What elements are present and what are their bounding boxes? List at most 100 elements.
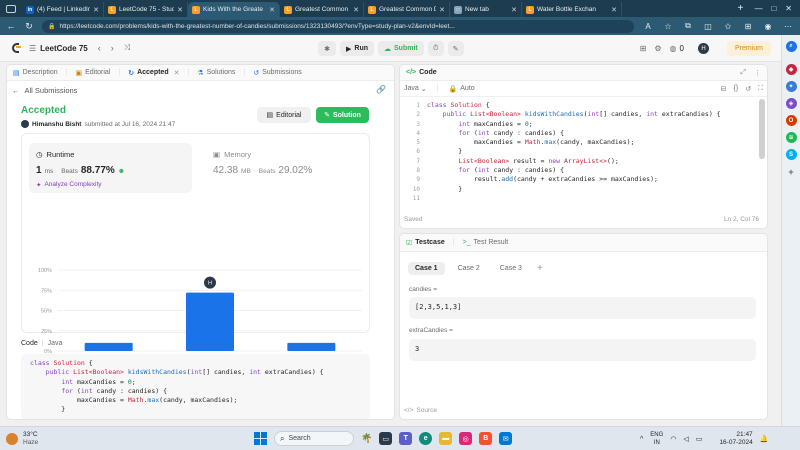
favorites-icon[interactable]: ✩ [722, 22, 734, 31]
task-view-icon[interactable]: ▭ [379, 432, 393, 445]
memory-box[interactable]: ▣ Memory 42.38 MB Beats 29.02% [207, 143, 357, 193]
notification-bell-icon[interactable]: 🔔 [760, 435, 769, 443]
runtime-box[interactable]: ◷ Runtime 1 ms Beats 88.77% ☻ ✦ Analyze Co… [29, 143, 192, 193]
minimize-icon[interactable]: — [754, 4, 762, 13]
expand-icon[interactable]: ⤢ [740, 69, 746, 77]
reset-icon[interactable]: ↺ [745, 85, 751, 93]
tab-close-icon[interactable]: ✕ [93, 6, 99, 14]
browser-tab[interactable]: L Greatest Common D ✕ [364, 2, 450, 17]
tab-accepted[interactable]: ↻ Accepted ✕ [128, 69, 179, 77]
close-window-icon[interactable]: ✕ [785, 4, 792, 13]
browser-tab[interactable]: L LeetCode 75 - Study ✕ [104, 2, 188, 17]
back-icon[interactable]: ← [6, 21, 16, 31]
browser-tab[interactable]: □ New tab ✕ [450, 2, 522, 17]
timer-button[interactable]: ⏱ [427, 41, 444, 56]
instagram-icon[interactable]: ◎ [459, 432, 473, 445]
close-tab-icon[interactable]: ✕ [174, 69, 180, 77]
spotify-icon[interactable]: ≋ [785, 132, 797, 143]
browser-tab[interactable]: L Greatest Common D ✕ [280, 2, 364, 17]
chart-bar[interactable] [84, 342, 133, 351]
share-link-icon[interactable]: 🔗 [376, 85, 386, 94]
submit-button[interactable]: ☁ Submit [378, 41, 424, 56]
shopping-icon[interactable]: ◆ [785, 64, 797, 75]
new-tab-button[interactable]: + [734, 3, 746, 14]
taskbar-search[interactable]: ⌕ Search [274, 431, 354, 446]
collections-icon[interactable]: ⊞ [742, 22, 754, 31]
tools-icon[interactable]: ✦ [785, 81, 797, 92]
copilot-icon[interactable]: 🌴 [361, 433, 372, 444]
tab-close-icon[interactable]: ✕ [269, 6, 275, 14]
wifi-icon[interactable]: ◠ [670, 435, 676, 443]
menu-list-icon[interactable]: ☰ [29, 44, 36, 53]
tab-description[interactable]: ▤ Description [13, 69, 58, 77]
clock[interactable]: 21:47 16-07-2024 [719, 431, 752, 447]
chart-bar[interactable] [186, 292, 234, 351]
prev-problem-icon[interactable]: ‹ [98, 43, 101, 53]
tray-chevron-icon[interactable]: ^ [640, 436, 643, 443]
source-link[interactable]: </> Source [404, 407, 437, 414]
reload-icon[interactable]: ↻ [24, 21, 34, 32]
games-icon[interactable]: ◈ [785, 98, 797, 109]
premium-button[interactable]: Premium [726, 41, 771, 56]
extra-candies-input[interactable]: 3 [409, 339, 756, 361]
format-braces-icon[interactable]: {} [734, 85, 739, 93]
start-windows-icon[interactable] [254, 432, 267, 445]
case-3-tab[interactable]: Case 3 [493, 262, 529, 275]
layout-grid-icon[interactable]: ⊞ [640, 44, 647, 53]
case-2-tab[interactable]: Case 2 [451, 262, 487, 275]
study-plan-title[interactable]: LeetCode 75 [40, 44, 88, 53]
add-sidebar-icon[interactable]: + [786, 166, 797, 177]
file-explorer-icon[interactable]: ▬ [439, 432, 453, 445]
case-1-tab[interactable]: Case 1 [408, 262, 445, 275]
tab-close-icon[interactable]: ✕ [439, 6, 445, 14]
search-sidebar-icon[interactable]: ⌕ [785, 41, 797, 52]
maximize-icon[interactable]: □ [771, 4, 776, 13]
tab-close-icon[interactable]: ✕ [611, 6, 617, 14]
tab-actions[interactable] [0, 4, 22, 13]
submitter-name[interactable]: Himanshu Bisht [32, 121, 81, 128]
debug-button[interactable]: ✱ [318, 41, 336, 56]
leetcode-logo-icon[interactable] [10, 42, 21, 55]
skype-icon[interactable]: S [785, 149, 797, 160]
chart-bar[interactable] [287, 342, 336, 351]
candies-input[interactable]: [2,3,5,1,3] [409, 297, 756, 319]
run-button[interactable]: ▶ Run [340, 41, 374, 56]
teams-icon[interactable]: T [399, 432, 413, 445]
favorite-star-icon[interactable]: ☆ [662, 22, 674, 31]
tab-close-icon[interactable]: ✕ [511, 6, 517, 14]
panel-menu-icon[interactable]: ⋮ [754, 69, 761, 77]
tab-test-result[interactable]: >_ Test Result [463, 239, 509, 246]
solution-button[interactable]: ✎ Solution [316, 107, 369, 123]
auto-mode-toggle[interactable]: 🔒 Auto [449, 85, 475, 93]
analyze-complexity-link[interactable]: ✦ Analyze Complexity [36, 181, 102, 189]
browser-tab[interactable]: L Water Bottle Exchan ✕ [522, 2, 622, 17]
volume-icon[interactable]: ◁ [683, 435, 688, 443]
submitter-avatar[interactable] [21, 120, 29, 128]
notes-button[interactable]: ✎ [447, 41, 464, 56]
extensions-icon[interactable]: ⧉ [682, 21, 694, 31]
fullscreen-icon[interactable]: ⛶ [758, 85, 763, 93]
submitted-code-block[interactable]: class Solution { public List<Boolean> ki… [21, 354, 370, 419]
battery-icon[interactable]: ▭ [696, 435, 703, 443]
tab-testcase[interactable]: ☑ Testcase [406, 239, 445, 247]
browser-tab[interactable]: L Kids With the Greate ✕ [188, 2, 280, 17]
settings-gear-icon[interactable]: ⚙ [654, 44, 661, 53]
read-aloud-icon[interactable]: A [642, 22, 654, 31]
split-screen-icon[interactable]: ◫ [702, 22, 714, 31]
tab-editorial[interactable]: ▣ Editorial [75, 69, 110, 77]
user-avatar[interactable]: H [697, 43, 709, 54]
tab-close-icon[interactable]: ✕ [353, 6, 359, 14]
profile-icon[interactable]: ◉ [762, 22, 774, 31]
add-case-icon[interactable]: + [537, 263, 543, 274]
office-icon[interactable]: O [785, 115, 797, 126]
bookmark-icon[interactable]: ⊟ [721, 85, 727, 93]
weather-widget[interactable]: 33°C Haze [6, 431, 38, 447]
editorial-button[interactable]: ▤ Editorial [257, 107, 311, 123]
mail-icon[interactable]: ✉ [499, 432, 513, 445]
browser-tab[interactable]: in (4) Feed | LinkedIn ✕ [22, 2, 104, 17]
editor-scrollbar[interactable] [759, 99, 765, 159]
url-field[interactable]: 🔒 https://leetcode.com/problems/kids-wit… [42, 19, 634, 33]
brave-icon[interactable]: B [479, 432, 493, 445]
streak-fire-icon[interactable]: ◍ [670, 44, 677, 53]
edge-icon[interactable]: e [419, 432, 433, 445]
